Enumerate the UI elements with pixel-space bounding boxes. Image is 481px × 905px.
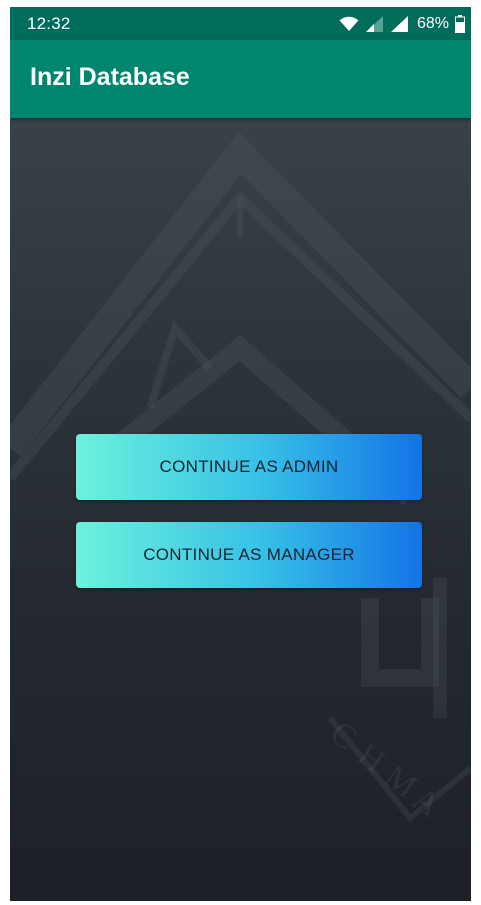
app-title: Inzi Database xyxy=(30,63,190,91)
status-bar: 12:32 68% xyxy=(10,7,471,40)
battery-icon xyxy=(455,15,465,33)
svg-text:H: H xyxy=(350,736,391,780)
signal-weak-icon xyxy=(365,15,384,33)
continue-as-admin-button[interactable]: CONTINUE AS ADMIN xyxy=(76,434,422,500)
status-time: 12:32 xyxy=(27,14,71,33)
content-area: C H M A CONTINUE AS ADMIN CONTINUE AS MA… xyxy=(10,118,471,901)
wifi-icon xyxy=(339,16,359,32)
status-icons: 68% xyxy=(339,13,465,35)
app-bar: Inzi Database xyxy=(10,40,471,118)
continue-as-manager-button[interactable]: CONTINUE AS MANAGER xyxy=(76,522,422,588)
signal-icon xyxy=(390,15,409,33)
background-building-image: C H M A xyxy=(10,131,471,825)
battery-percent: 68% xyxy=(416,15,449,32)
phone-screen: 12:32 68% Inzi Database C H M A CONTINUE… xyxy=(10,7,471,901)
